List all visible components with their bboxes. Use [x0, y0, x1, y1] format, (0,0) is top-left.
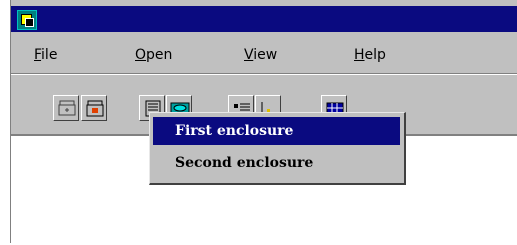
- toolbar-button-disk[interactable]: [53, 95, 79, 121]
- app-icon[interactable]: [17, 10, 37, 30]
- menu-item-second-enclosure[interactable]: Second enclosure: [153, 149, 400, 177]
- menu-bar: File Open View Help: [11, 34, 517, 72]
- disk-drive-alert-icon: [86, 100, 104, 117]
- enclosure-popup-menu: First enclosure Second enclosure: [149, 112, 406, 185]
- title-bar[interactable]: [11, 6, 517, 32]
- menu-file[interactable]: File: [34, 47, 57, 63]
- menu-view[interactable]: View: [244, 47, 277, 63]
- menu-open[interactable]: Open: [135, 47, 172, 63]
- toolbar-button-disk-alert[interactable]: [81, 95, 107, 121]
- disk-drive-icon: [58, 100, 76, 116]
- menu-help[interactable]: Help: [354, 47, 386, 63]
- menu-item-first-enclosure[interactable]: First enclosure: [153, 117, 400, 145]
